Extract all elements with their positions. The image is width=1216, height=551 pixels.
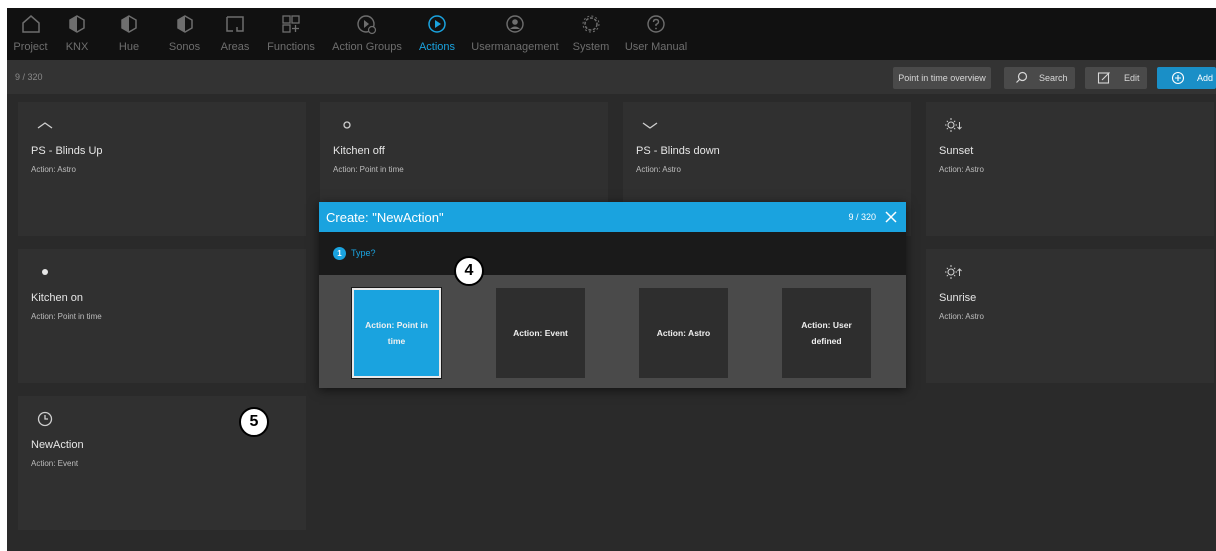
step-number-badge: 1 — [333, 247, 346, 260]
functions-icon — [282, 15, 300, 33]
card-title: Kitchen on — [31, 292, 83, 304]
step-label: Type? — [351, 248, 376, 258]
action-groups-icon — [357, 15, 377, 35]
action-card[interactable]: PS - Blinds Up Action: Astro — [18, 102, 306, 236]
type-option-user-defined[interactable]: Action: User defined — [782, 288, 871, 378]
card-title: PS - Blinds Up — [31, 145, 103, 157]
card-title: NewAction — [31, 439, 84, 451]
card-title: Sunset — [939, 145, 974, 157]
create-action-dialog: Create: "NewAction" 9 / 320 1 Type? Acti… — [319, 202, 906, 388]
clock-icon — [37, 411, 53, 427]
nav-item-hue[interactable]: Hue — [109, 8, 149, 60]
dot-icon — [42, 269, 48, 275]
dialog-header: Create: "NewAction" 9 / 320 — [319, 202, 906, 232]
type-option-astro[interactable]: Action: Astro — [639, 288, 728, 378]
dialog-title: Create: "NewAction" — [326, 210, 444, 225]
top-navigation: Project KNX Hue Sonos Areas Functions Ac… — [7, 8, 1216, 60]
chevron-up-icon — [37, 122, 53, 129]
nav-item-user-manual[interactable]: User Manual — [621, 8, 691, 60]
annotation-badge: 5 — [239, 407, 269, 437]
nav-item-usermanagement[interactable]: Usermanagement — [466, 8, 564, 60]
system-gear-icon — [582, 15, 600, 33]
hue-icon — [121, 15, 137, 33]
user-icon — [506, 15, 524, 33]
action-card[interactable]: Sunrise Action: Astro — [926, 249, 1214, 383]
type-option-point-in-time[interactable]: Action: Point in time — [352, 288, 441, 378]
type-option-event[interactable]: Action: Event — [496, 288, 585, 378]
card-subtitle: Action: Astro — [636, 165, 681, 174]
search-button[interactable]: Search — [1004, 67, 1075, 89]
nav-item-project[interactable]: Project — [7, 8, 54, 60]
nav-item-action-groups[interactable]: Action Groups — [325, 8, 409, 60]
nav-item-functions[interactable]: Functions — [263, 8, 319, 60]
add-plus-icon — [1171, 71, 1185, 85]
action-card[interactable]: Sunset Action: Astro — [926, 102, 1214, 236]
nav-item-knx[interactable]: KNX — [57, 8, 97, 60]
card-subtitle: Action: Astro — [939, 165, 984, 174]
edit-button[interactable]: Edit — [1085, 67, 1147, 89]
card-title: Kitchen off — [333, 145, 385, 157]
nav-item-system[interactable]: System — [569, 8, 613, 60]
app-window: Project KNX Hue Sonos Areas Functions Ac… — [7, 8, 1216, 551]
circle-outline-icon — [343, 121, 351, 129]
sonos-icon — [176, 15, 193, 33]
wizard-step: 1 Type? — [319, 232, 906, 275]
annotation-badge: 4 — [454, 256, 484, 286]
card-subtitle: Action: Point in time — [31, 312, 102, 321]
action-card[interactable]: Kitchen on Action: Point in time — [18, 249, 306, 383]
chevron-down-icon — [642, 122, 658, 129]
card-title: PS - Blinds down — [636, 145, 720, 157]
nav-item-sonos[interactable]: Sonos — [162, 8, 207, 60]
nav-item-actions[interactable]: Actions — [415, 8, 459, 60]
close-icon[interactable] — [884, 210, 898, 224]
search-icon — [1016, 71, 1028, 83]
knx-icon — [69, 15, 85, 33]
card-subtitle: Action: Point in time — [333, 165, 404, 174]
home-icon — [21, 15, 40, 33]
card-subtitle: Action: Astro — [31, 165, 76, 174]
toolbar: 9 / 320 Point in time overview Search Ed… — [7, 60, 1216, 94]
card-title: Sunrise — [939, 292, 977, 304]
help-icon — [647, 15, 665, 33]
dialog-count: 9 / 320 — [848, 212, 876, 222]
nav-item-areas[interactable]: Areas — [213, 8, 257, 60]
point-in-time-overview-button[interactable]: Point in time overview — [893, 67, 991, 89]
sunrise-icon — [945, 265, 962, 279]
sunset-icon — [945, 118, 962, 132]
card-subtitle: Action: Astro — [939, 312, 984, 321]
add-button[interactable]: Add — [1157, 67, 1216, 89]
item-count: 9 / 320 — [15, 72, 43, 82]
actions-icon — [428, 15, 446, 33]
areas-icon — [226, 16, 244, 32]
edit-icon — [1097, 72, 1110, 84]
card-subtitle: Action: Event — [31, 459, 79, 468]
